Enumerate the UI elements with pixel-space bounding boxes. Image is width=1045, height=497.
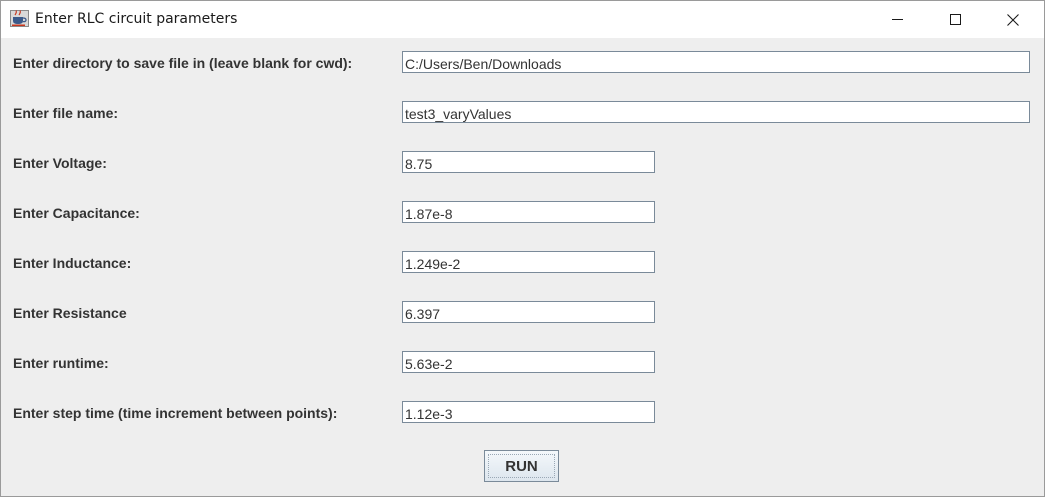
inductance-input[interactable] (402, 251, 655, 273)
steptime-label: Enter step time (time increment between … (13, 405, 338, 421)
maximize-button[interactable] (926, 1, 984, 38)
close-icon (1007, 13, 1019, 26)
form-panel: Enter directory to save file in (leave b… (1, 38, 1044, 496)
runtime-label: Enter runtime: (13, 355, 109, 371)
maximize-icon (949, 14, 961, 25)
resistance-input[interactable] (402, 301, 655, 323)
voltage-label: Enter Voltage: (13, 155, 107, 171)
capacitance-label: Enter Capacitance: (13, 205, 140, 221)
resistance-label: Enter Resistance (13, 305, 127, 321)
close-button[interactable] (984, 1, 1042, 38)
steptime-input[interactable] (402, 401, 655, 423)
directory-label: Enter directory to save file in (leave b… (13, 55, 353, 71)
filename-label: Enter file name: (13, 105, 119, 121)
minimize-icon (891, 14, 903, 25)
runtime-input[interactable] (402, 351, 655, 373)
run-button-label: RUN (488, 454, 555, 478)
capacitance-input[interactable] (402, 201, 655, 223)
filename-input[interactable] (402, 101, 1030, 123)
directory-input[interactable] (402, 51, 1030, 73)
run-button[interactable]: RUN (484, 450, 559, 482)
minimize-button[interactable] (868, 1, 926, 38)
title-bar[interactable]: Enter RLC circuit parameters (1, 1, 1044, 38)
voltage-input[interactable] (402, 151, 655, 173)
app-window: Enter RLC circuit parameters Enter direc… (0, 0, 1045, 497)
inductance-label: Enter Inductance: (13, 255, 132, 271)
window-title: Enter RLC circuit parameters (35, 11, 238, 27)
java-coffee-cup-icon (10, 10, 29, 27)
